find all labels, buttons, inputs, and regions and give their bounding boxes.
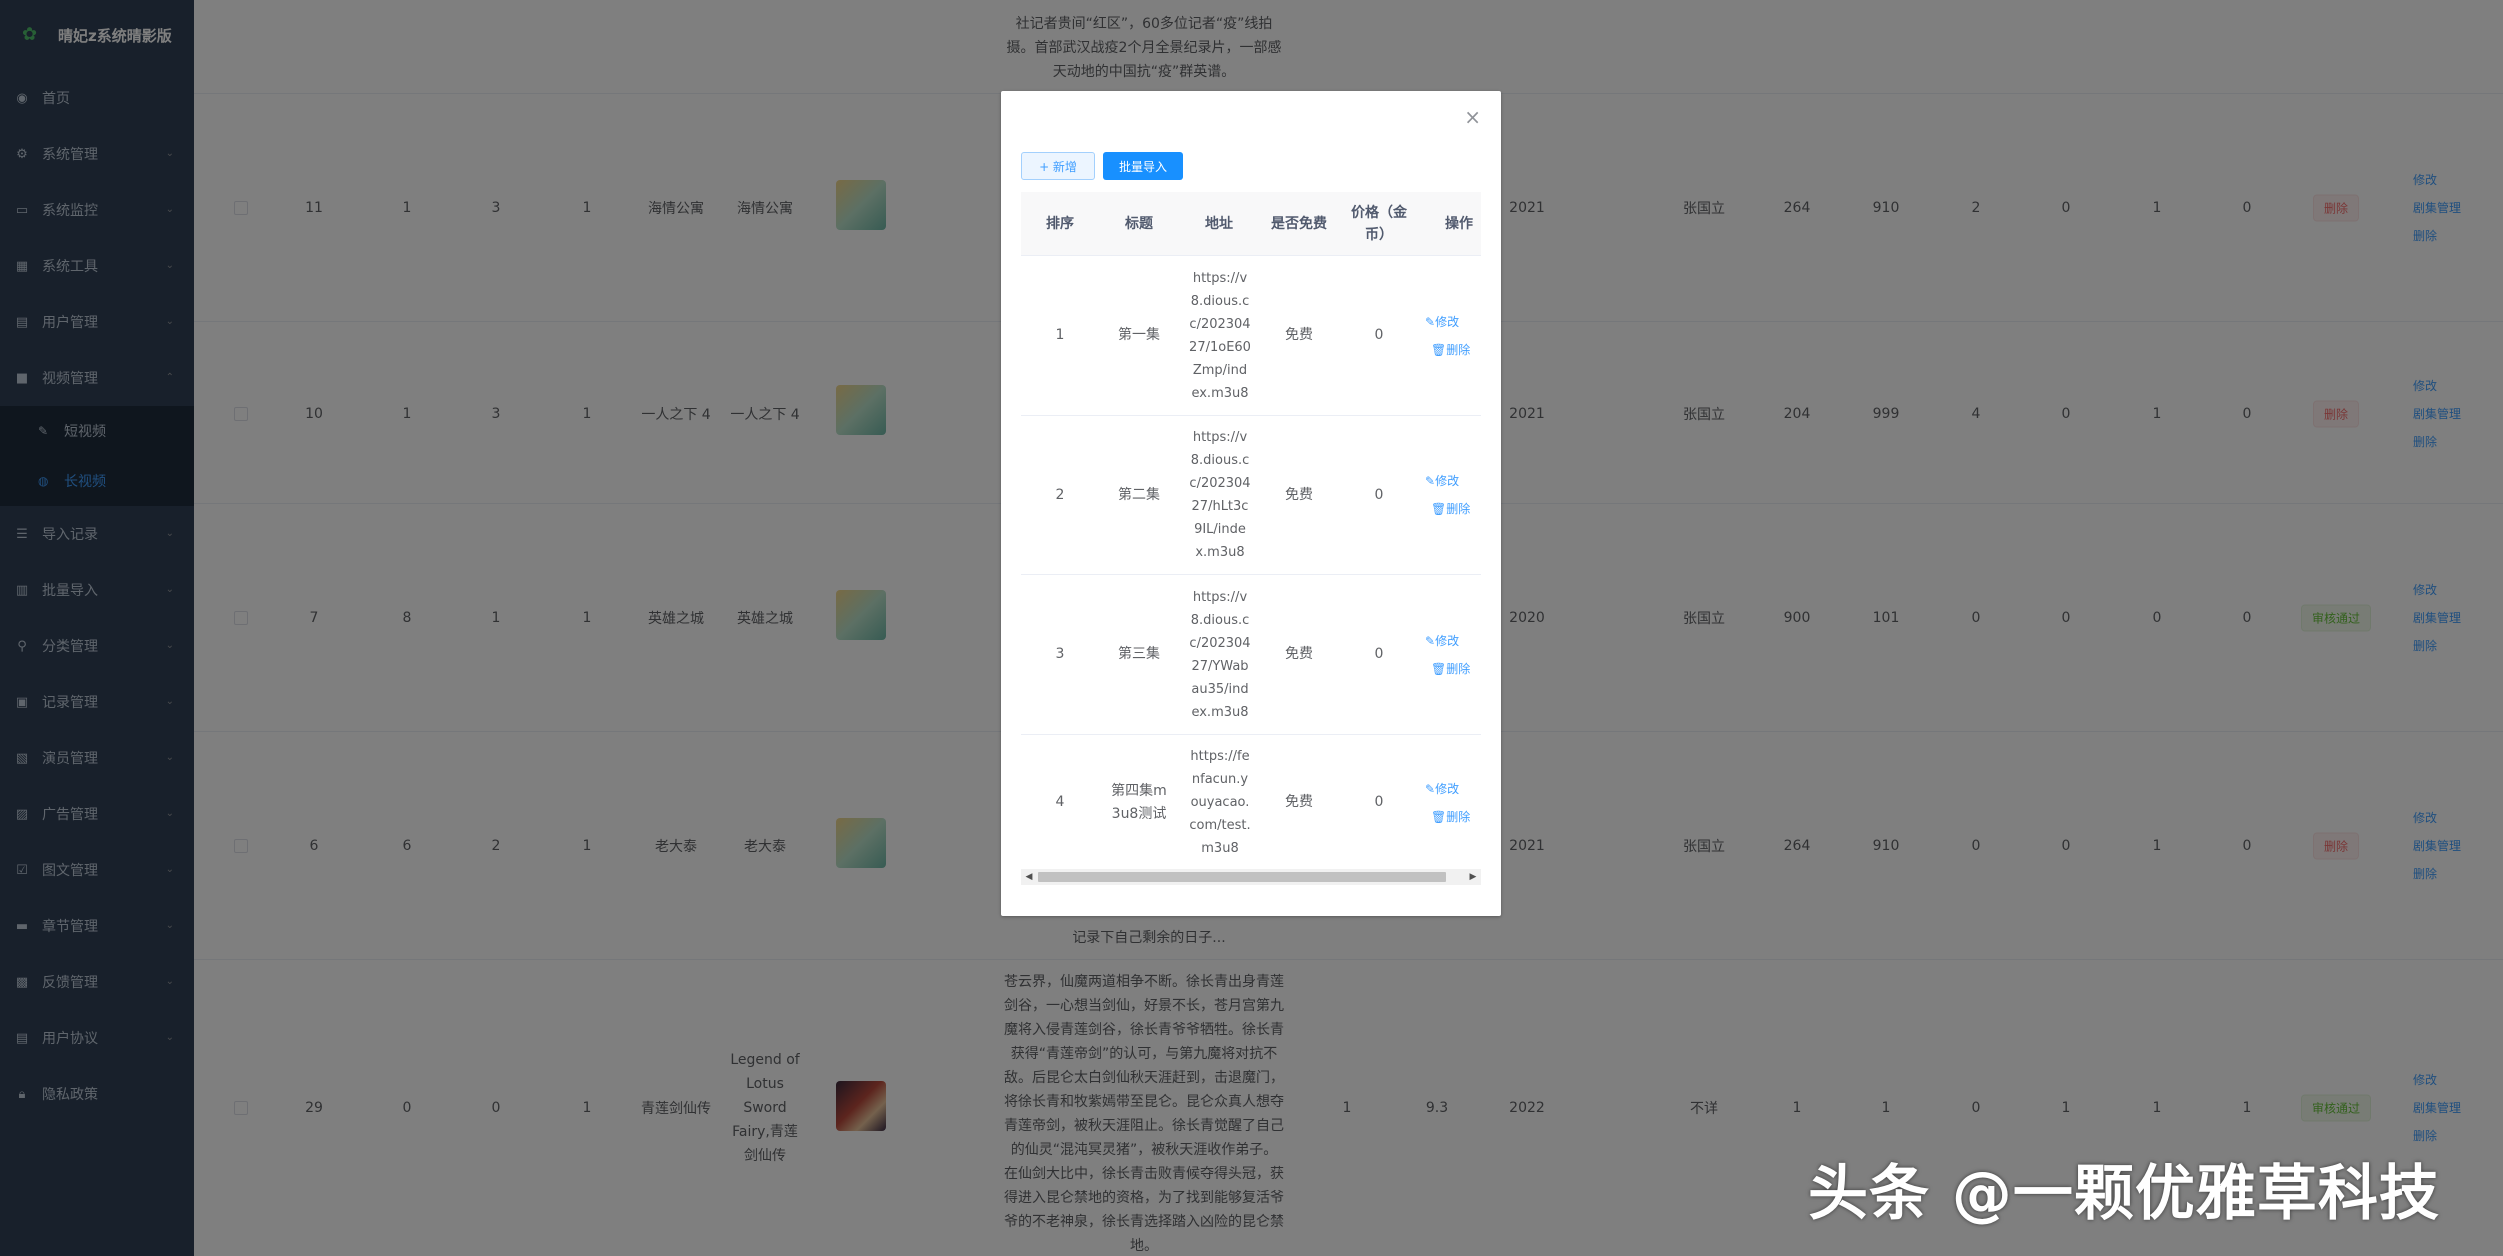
watermark-text: 头条 @一颗优雅草科技 (1808, 1159, 2440, 1229)
cell-title: 第一集 (1118, 327, 1160, 343)
table-row: 2 第二集 https://v8.dious.cc/20230427/hLt3c… (1021, 416, 1481, 575)
table-row: 1 第一集 https://v8.dious.cc/20230427/1oE60… (1021, 256, 1481, 416)
cell-price: 0 (1374, 486, 1384, 503)
delete-label: 删除 (1446, 342, 1471, 357)
cell-order: 4 (1055, 794, 1065, 810)
episode-table: 排序 标题 地址 是否免费 价格（金币） 操作 1 第一集 https://v8… (1021, 192, 1481, 867)
cell-free: 免费 (1285, 486, 1313, 503)
cell-price: 0 (1374, 327, 1384, 343)
column-header-url: 地址 (1205, 216, 1233, 232)
delete-episode-link[interactable]: 🗑︎删除 (1425, 336, 1481, 364)
cell-free: 免费 (1285, 646, 1313, 662)
edit-label: 修改 (1435, 781, 1460, 796)
column-header-order: 排序 (1046, 216, 1074, 232)
column-header-free: 是否免费 (1271, 216, 1327, 232)
scroll-left-icon[interactable]: ◀ (1021, 869, 1037, 885)
cell-order: 2 (1055, 486, 1065, 503)
edit-icon: ✎ (1425, 314, 1436, 329)
close-icon[interactable]: × (1464, 107, 1481, 127)
delete-label: 删除 (1446, 809, 1471, 824)
delete-label: 删除 (1446, 502, 1471, 516)
edit-icon: ✎ (1425, 474, 1436, 488)
cell-order: 3 (1055, 646, 1065, 662)
edit-icon: ✎ (1425, 633, 1436, 648)
edit-episode-link[interactable]: ✎修改 (1425, 308, 1481, 336)
delete-episode-link[interactable]: 🗑︎删除 (1425, 803, 1481, 831)
scroll-right-icon[interactable]: ▶ (1465, 869, 1481, 885)
cell-title: 第四集m3u8测试 (1111, 782, 1167, 822)
edit-episode-link[interactable]: ✎修改 (1425, 627, 1481, 655)
cell-price: 0 (1374, 646, 1384, 662)
trash-icon: 🗑︎ (1431, 661, 1447, 676)
cell-url: https://v8.dious.cc/20230427/hLt3c9IL/in… (1189, 430, 1251, 560)
bulk-import-button[interactable]: 批量导入 (1103, 152, 1183, 180)
column-header-price: 价格（金币） (1351, 205, 1407, 243)
cell-url: https://fenfacun.youyacao.com/test.m3u8 (1189, 749, 1251, 856)
cell-url: https://v8.dious.cc/20230427/1oE60Zmp/in… (1189, 270, 1251, 401)
edit-label: 修改 (1435, 633, 1460, 648)
edit-episode-link[interactable]: ✎修改 (1425, 467, 1481, 495)
row-actions: ✎修改 🗑︎删除 (1419, 575, 1481, 734)
cell-title: 第二集 (1118, 486, 1160, 503)
row-actions: ✎修改 🗑︎删除 (1419, 256, 1481, 415)
trash-icon: 🗑︎ (1431, 809, 1447, 824)
delete-episode-link[interactable]: 🗑︎删除 (1425, 655, 1481, 683)
table-row: 4 第四集m3u8测试 https://fenfacun.youyacao.co… (1021, 735, 1481, 867)
delete-label: 删除 (1446, 661, 1471, 676)
table-header: 排序 标题 地址 是否免费 价格（金币） 操作 (1021, 192, 1481, 256)
episode-dialog: × + 新增 批量导入 排序 标题 地址 是否免费 价格（金币） 操作 1 第一… (1001, 91, 1501, 916)
add-episode-button[interactable]: + 新增 (1021, 152, 1095, 180)
table-row: 3 第三集 https://v8.dious.cc/20230427/YWaba… (1021, 575, 1481, 735)
cell-free: 免费 (1285, 327, 1313, 343)
edit-label: 修改 (1435, 474, 1460, 488)
edit-icon: ✎ (1425, 781, 1436, 796)
scrollbar-thumb[interactable] (1038, 872, 1446, 882)
horizontal-scrollbar[interactable]: ◀ ▶ (1021, 869, 1481, 885)
cell-free: 免费 (1285, 794, 1313, 810)
edit-episode-link[interactable]: ✎修改 (1425, 775, 1481, 803)
row-actions: ✎修改 🗑︎删除 (1419, 416, 1481, 574)
trash-icon: 🗑︎ (1431, 502, 1447, 516)
row-actions: ✎修改 🗑︎删除 (1419, 735, 1481, 867)
column-header-actions: 操作 (1445, 216, 1473, 232)
trash-icon: 🗑︎ (1431, 342, 1447, 357)
cell-price: 0 (1374, 794, 1384, 810)
column-header-title: 标题 (1125, 216, 1153, 232)
delete-episode-link[interactable]: 🗑︎删除 (1425, 495, 1481, 523)
cell-order: 1 (1055, 327, 1065, 343)
edit-label: 修改 (1435, 314, 1460, 329)
cell-url: https://v8.dious.cc/20230427/YWabau35/in… (1189, 589, 1251, 720)
cell-title: 第三集 (1118, 646, 1160, 662)
